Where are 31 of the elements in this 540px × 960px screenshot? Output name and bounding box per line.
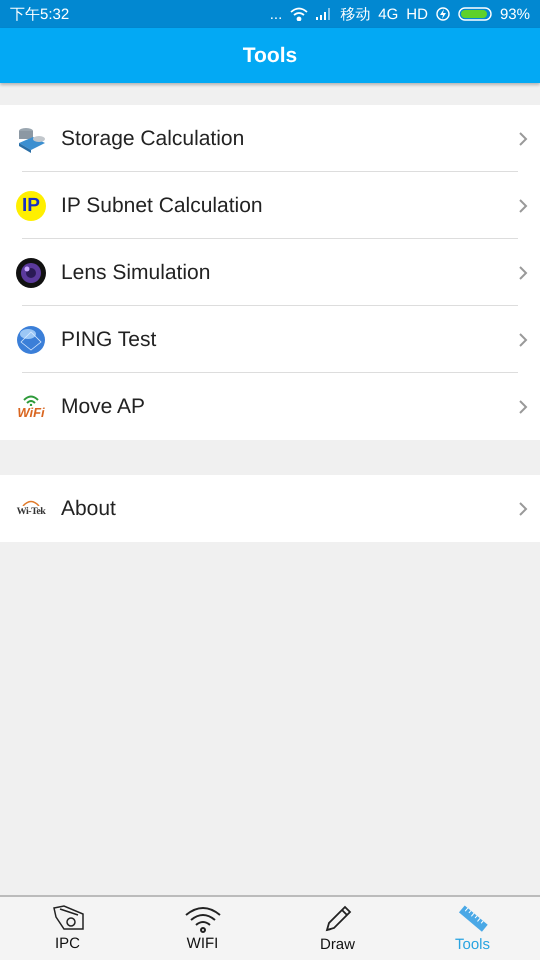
chevron-icon [518,332,528,348]
menu-item[interactable]: Storage Calculation [0,105,540,172]
more-dots: ... [270,6,282,22]
menu-item[interactable]: Lens Simulation [0,239,540,306]
ip-logo-icon: IP [16,190,46,220]
wifi-icon [184,905,222,933]
chevron-icon [518,198,528,214]
menu-item[interactable]: PING Test [0,306,540,373]
chevron-icon [518,500,528,516]
menu-item[interactable]: IP IP Subnet Calculation [0,172,540,239]
battery-percent: 93% [500,6,530,22]
charging-icon [436,7,450,21]
carrier-name: 移动 [340,4,370,24]
camera-lens-icon [15,256,47,288]
chevron-icon [518,130,528,146]
wifi-signal-icon [290,7,308,21]
chevron-icon [518,398,528,414]
header-title: Tools [242,44,298,68]
hd-indicator: HD [406,6,428,22]
globe-icon [15,324,47,356]
pencil-icon [322,904,352,934]
network-type: 4G [378,6,398,22]
status-time: 下午5:32 [10,4,70,24]
tab[interactable]: IPC [0,897,135,960]
tab[interactable]: WIFI [135,897,270,960]
cell-signal-icon [316,8,332,20]
menu-item[interactable]: WiFi Move AP [0,373,540,440]
menu-item[interactable]: Wi-Tek About [0,475,540,542]
tab[interactable]: Draw [270,897,405,960]
battery-icon [458,7,492,21]
chevron-icon [518,264,528,280]
